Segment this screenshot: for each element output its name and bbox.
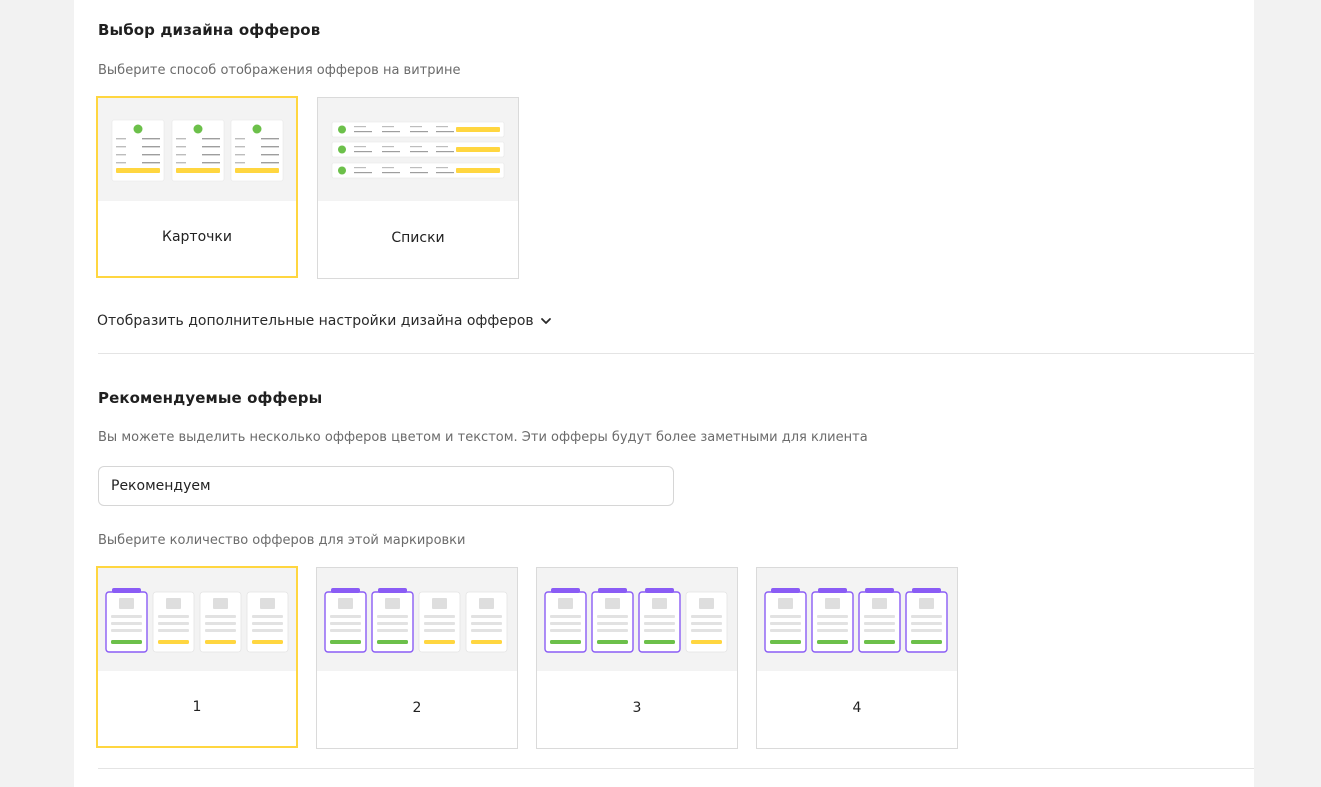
mini-card [230, 119, 284, 182]
offer-card [246, 591, 289, 653]
more-design-settings-link[interactable]: Отобразить дополнительные настройки диза… [97, 313, 552, 329]
offer-card [465, 591, 508, 653]
design-option-cards[interactable]: Карточки [96, 96, 298, 278]
more-design-settings-label: Отобразить дополнительные настройки диза… [97, 313, 534, 329]
cards-preview [98, 98, 296, 201]
design-option-lists[interactable]: Списки [317, 97, 519, 279]
section-divider-bottom [98, 768, 1254, 769]
count-option-label: 1 [192, 699, 202, 715]
design-option-lists-label: Списки [391, 230, 445, 246]
mini-list-row [331, 141, 505, 158]
highlighted-offer-card [544, 588, 587, 653]
mini-list-row [331, 162, 505, 179]
highlighted-offer-card [591, 588, 634, 653]
offer-card [152, 591, 195, 653]
settings-panel: Выбор дизайна офферов Выберите способ от… [74, 0, 1254, 787]
count-option-preview [537, 568, 737, 671]
count-option-preview [98, 568, 296, 671]
count-option-4[interactable]: 4 [756, 567, 958, 749]
recommended-label-input[interactable]: Рекомендуем [98, 466, 674, 506]
highlighted-offer-card [638, 588, 681, 653]
offer-card [418, 591, 461, 653]
count-option-1[interactable]: 1 [96, 566, 298, 748]
highlighted-offer-card [858, 588, 901, 653]
count-option-label: 2 [412, 700, 422, 716]
highlighted-offer-card [371, 588, 414, 653]
design-section-title: Выбор дизайна офферов [98, 21, 321, 39]
design-option-cards-label: Карточки [162, 229, 232, 245]
count-option-2[interactable]: 2 [316, 567, 518, 749]
count-option-3[interactable]: 3 [536, 567, 738, 749]
offer-card [685, 591, 728, 653]
recommended-section-description: Вы можете выделить несколько офферов цве… [98, 430, 868, 445]
recommended-section-title: Рекомендуемые офферы [98, 389, 323, 407]
mini-card [171, 119, 225, 182]
chevron-down-icon [540, 315, 552, 327]
mini-card [111, 119, 165, 182]
count-option-label: 3 [632, 700, 642, 716]
highlighted-offer-card [905, 588, 948, 653]
count-description: Выберите количество офферов для этой мар… [98, 533, 466, 548]
mini-list-row [331, 121, 505, 138]
count-option-preview [317, 568, 517, 671]
design-section-description: Выберите способ отображения офферов на в… [98, 63, 461, 78]
highlighted-offer-card [105, 588, 148, 653]
highlighted-offer-card [324, 588, 367, 653]
highlighted-offer-card [764, 588, 807, 653]
offer-card [199, 591, 242, 653]
count-option-label: 4 [852, 700, 862, 716]
highlighted-offer-card [811, 588, 854, 653]
section-divider [98, 353, 1254, 354]
count-option-preview [757, 568, 957, 671]
lists-preview [318, 98, 518, 201]
